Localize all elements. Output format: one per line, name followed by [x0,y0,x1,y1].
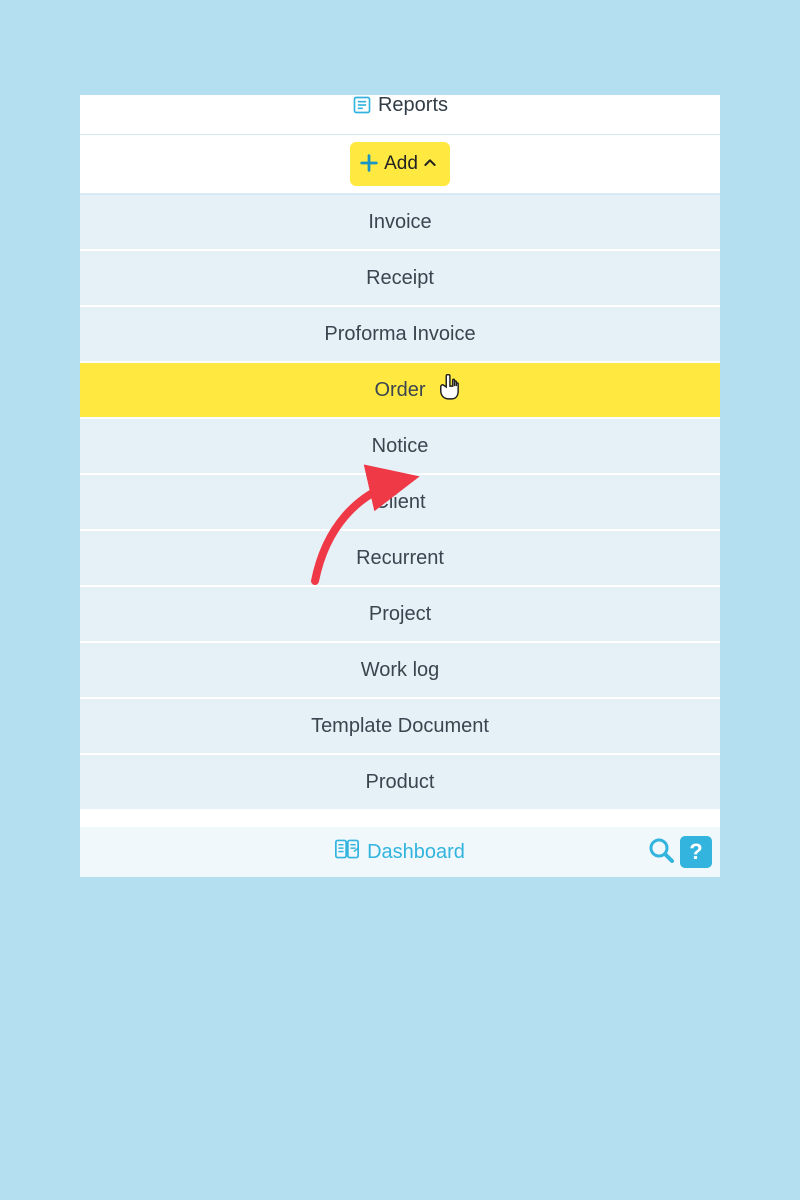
menu-item-notice[interactable]: Notice [80,419,720,475]
menu-item-template-document[interactable]: Template Document [80,699,720,755]
menu-item-label: Recurrent [356,547,444,570]
bottom-bar: Dashboard ? [80,827,720,877]
main-panel: Reports Add Invoice Receipt Proforma Inv… [80,95,720,877]
menu-item-label: Notice [372,435,429,458]
dashboard-label: Dashboard [367,841,465,864]
reports-label: Reports [378,95,448,115]
reports-row[interactable]: Reports [80,95,720,135]
search-icon[interactable] [648,837,674,868]
dashboard-icon [335,839,359,865]
menu-item-order[interactable]: Order [80,363,720,419]
menu-item-product[interactable]: Product [80,755,720,811]
menu-item-label: Order [374,379,425,402]
menu-item-label: Project [369,603,431,626]
menu-item-project[interactable]: Project [80,587,720,643]
screenshot-frame: Reports Add Invoice Receipt Proforma Inv… [0,0,800,877]
chevron-up-icon [422,155,438,174]
menu-item-proforma-invoice[interactable]: Proforma Invoice [80,307,720,363]
menu-item-label: Work log [361,659,440,682]
menu-item-label: Invoice [368,211,431,234]
dashboard-link[interactable]: Dashboard [335,839,465,865]
menu-item-recurrent[interactable]: Recurrent [80,531,720,587]
add-menu-list: Invoice Receipt Proforma Invoice Order N… [80,195,720,811]
menu-item-client[interactable]: Client [80,475,720,531]
plus-icon [358,152,380,177]
menu-item-work-log[interactable]: Work log [80,643,720,699]
spacer [80,811,720,827]
add-button[interactable]: Add [350,142,450,186]
pointer-cursor-icon [438,374,460,406]
add-row: Add [80,135,720,195]
menu-item-label: Product [366,771,435,794]
menu-item-label: Template Document [311,715,489,738]
menu-item-label: Receipt [366,267,434,290]
menu-item-receipt[interactable]: Receipt [80,251,720,307]
help-button[interactable]: ? [680,836,712,868]
reports-icon [352,95,372,120]
menu-item-label: Proforma Invoice [324,323,475,346]
help-label: ? [689,839,702,865]
add-label: Add [384,153,418,175]
menu-item-label: Client [374,491,425,514]
menu-item-invoice[interactable]: Invoice [80,195,720,251]
bottom-right-tools: ? [648,836,712,868]
